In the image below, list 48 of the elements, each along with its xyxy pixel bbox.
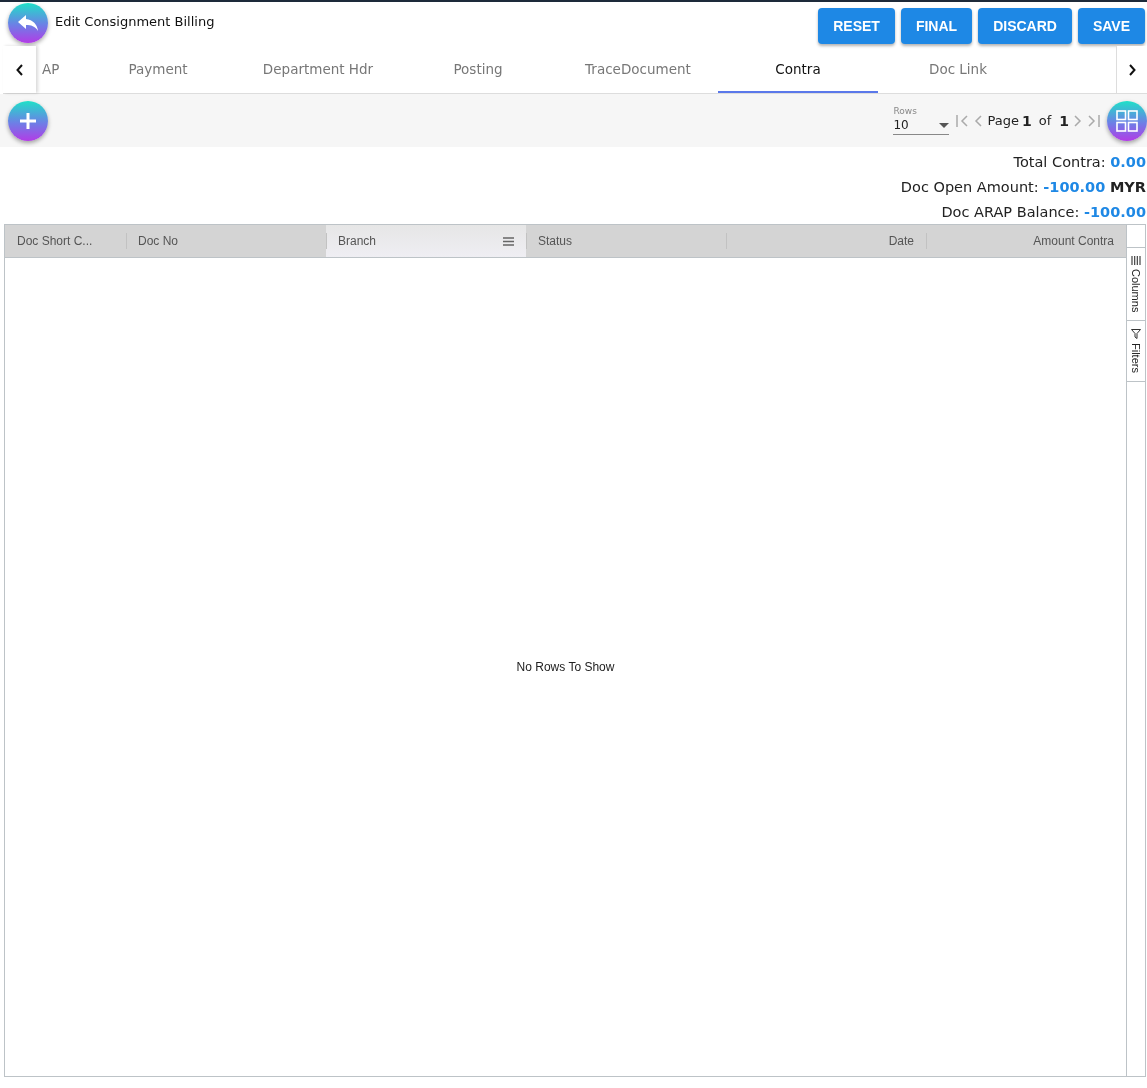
back-arrow-icon (17, 14, 39, 32)
add-button[interactable] (8, 100, 48, 141)
action-button[interactable]: DISCARD (978, 8, 1072, 44)
tab[interactable]: Payment (78, 46, 238, 93)
tab[interactable]: Doc Link (878, 46, 1038, 93)
previous-page-icon[interactable] (972, 114, 985, 127)
summary-label: Total Contra: (1013, 154, 1106, 170)
next-page-icon[interactable] (1072, 114, 1084, 127)
filter-icon (1131, 329, 1141, 340)
tab[interactable]: Posting (398, 46, 558, 93)
column-header[interactable]: Doc Short C... (5, 225, 126, 257)
column-header[interactable]: Branch (326, 225, 526, 257)
tab[interactable]: AP (36, 46, 78, 93)
menu-icon[interactable] (503, 236, 514, 246)
column-header[interactable]: Status (526, 225, 726, 257)
action-button[interactable]: RESET (818, 8, 895, 44)
column-header[interactable]: Amount Contra (926, 225, 1126, 257)
page-number: 1 (1021, 112, 1032, 129)
action-button[interactable]: FINAL (900, 8, 973, 44)
page-title: Edit Consignment Billing (55, 14, 216, 29)
column-header[interactable]: Date (726, 225, 926, 257)
last-page-icon[interactable] (1087, 114, 1101, 127)
page-label: Page (987, 113, 1019, 128)
grid-view-button[interactable] (1107, 100, 1147, 141)
plus-icon (19, 111, 37, 130)
empty-message: No Rows To Show (516, 660, 615, 674)
grid-icon (1116, 109, 1138, 132)
summary-value: -100.00 (1084, 204, 1146, 220)
currency-code: MYR (1109, 179, 1146, 195)
back-button[interactable] (8, 3, 48, 43)
column-header[interactable]: Doc No (126, 225, 326, 257)
rows-label: Rows (893, 106, 918, 116)
tab[interactable]: Department Hdr (238, 46, 398, 93)
scroll-left-button[interactable] (3, 46, 36, 93)
summary-label: Doc Open Amount: (900, 179, 1039, 195)
summary-value: 0.00 (1110, 154, 1146, 170)
chevron-left-icon (15, 63, 24, 76)
first-page-icon[interactable] (955, 114, 970, 127)
summary-value: -100.00 (1043, 179, 1106, 195)
total-pages: 1 (1058, 112, 1069, 129)
columns-icon (1131, 256, 1141, 265)
summary-label: Doc ARAP Balance: (941, 204, 1080, 220)
tab[interactable]: TraceDocument (558, 46, 718, 93)
dropdown-caret-icon (939, 122, 950, 128)
chevron-right-icon (1128, 63, 1136, 76)
action-button[interactable]: SAVE (1077, 8, 1145, 44)
of-label: of (1037, 113, 1052, 128)
rows-dropdown[interactable]: 10 (893, 118, 950, 135)
